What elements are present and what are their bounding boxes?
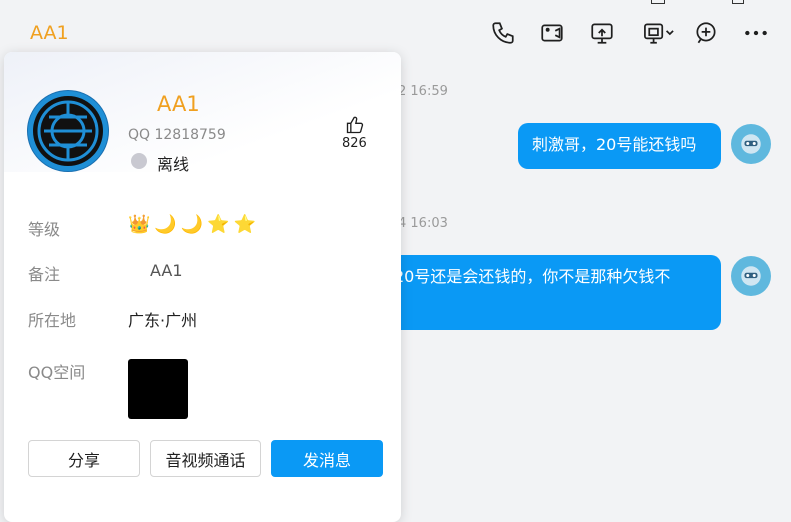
offline-status-icon — [131, 153, 147, 169]
like-count: 826 — [342, 136, 367, 151]
level-badges[interactable]: 👑 🌙 🌙 ⭐ ⭐ — [128, 214, 256, 235]
moon-icon: 🌙 — [154, 214, 177, 235]
moon-icon: 🌙 — [180, 214, 204, 235]
add-icon[interactable] — [691, 18, 721, 48]
user-avatar[interactable] — [731, 256, 771, 296]
phone-icon[interactable] — [488, 18, 518, 48]
send-message-button[interactable]: 发消息 — [271, 440, 383, 477]
restore-window-icon[interactable] — [651, 0, 665, 4]
chat-title: AA1 — [30, 22, 69, 44]
profile-card: AA1 QQ 12818759 离线 826 等级 👑 🌙 🌙 ⭐ ⭐ 备注 A… — [4, 52, 401, 522]
remark-value[interactable]: AA1 — [150, 261, 183, 280]
maximize-window-icon[interactable] — [732, 0, 744, 4]
profile-name: AA1 — [157, 92, 200, 116]
crown-icon: 👑 — [128, 214, 151, 235]
share-button[interactable]: 分享 — [28, 440, 140, 477]
profile-qq-number[interactable]: QQ 12818759 — [128, 127, 226, 143]
more-icon[interactable] — [741, 18, 771, 48]
message-bubble[interactable]: 刺激哥，20号能还钱吗 — [518, 123, 721, 169]
message-bubble[interactable]: 20号还是会还钱的，你不是那种欠钱不 — [380, 255, 721, 330]
message-timestamp: 4 16:03 — [398, 216, 448, 231]
star-icon: ⭐ — [207, 214, 230, 235]
av-call-button[interactable]: 音视频通话 — [150, 440, 261, 477]
location-label: 所在地 — [28, 311, 77, 330]
profile-status: 离线 — [157, 155, 190, 174]
video-call-icon[interactable] — [537, 18, 567, 48]
location-value: 广东·广州 — [128, 311, 198, 330]
screen-share-icon[interactable] — [587, 18, 617, 48]
user-avatar[interactable] — [731, 124, 771, 164]
remark-label: 备注 — [28, 265, 61, 284]
message-timestamp: 2 16:59 — [398, 84, 448, 99]
remote-desktop-icon[interactable] — [638, 18, 680, 48]
star-icon: ⭐ — [233, 214, 257, 235]
level-label: 等级 — [28, 220, 61, 239]
profile-avatar[interactable] — [27, 90, 109, 172]
qzone-thumbnail[interactable] — [128, 359, 188, 419]
qzone-label: QQ空间 — [28, 363, 86, 382]
